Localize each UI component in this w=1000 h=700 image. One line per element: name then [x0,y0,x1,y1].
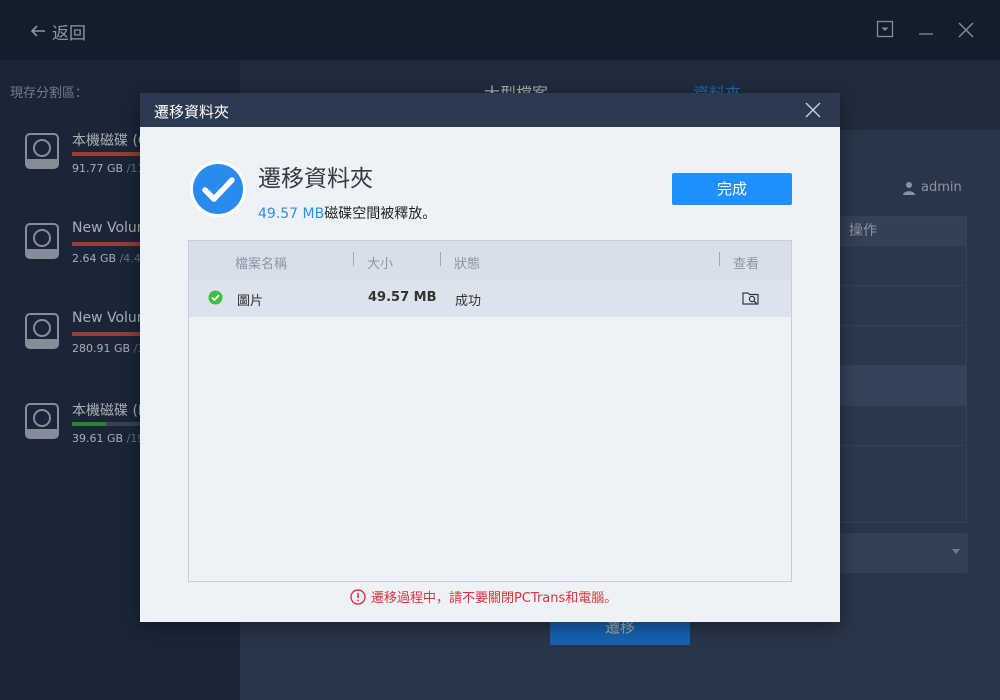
row-size: 49.57 MB [368,290,437,305]
column-divider [719,252,720,266]
success-status-icon [208,290,223,305]
freed-amount: 49.57 MB [258,206,325,222]
column-header-status: 狀態 [454,257,481,272]
result-table: 檔案名稱 大小 狀態 查看 圖片 49.57 MB 成功 [188,240,792,582]
column-divider [353,252,354,266]
freed-space-text: 49.57 MB磁碟空間被釋放。 [258,203,436,223]
freed-text: 磁碟空間被釋放。 [324,206,437,222]
row-name: 圖片 [237,294,264,309]
warning-text: 遷移過程中，請不要關閉PCTrans和電腦。 [371,591,618,606]
success-check-icon [189,160,247,218]
close-icon [805,102,821,118]
dialog-title: 遷移資料夾 [258,166,373,192]
dialog-header: 遷移資料夾 [140,93,840,127]
column-divider [440,252,441,266]
migrate-folder-dialog: 遷移資料夾 遷移資料夾 49.57 MB磁碟空間被釋放。 完成 檔案名稱 大小 … [140,93,840,622]
table-row[interactable]: 圖片 49.57 MB 成功 [189,279,791,317]
done-button[interactable]: 完成 [672,173,792,205]
open-folder-button[interactable] [742,291,760,305]
folder-search-icon [742,292,759,305]
table-header: 檔案名稱 大小 狀態 查看 [189,241,791,279]
row-status: 成功 [455,294,482,309]
dialog-header-title: 遷移資料夾 [154,103,230,121]
column-header-view: 查看 [733,257,760,272]
column-header-size: 大小 [367,257,394,272]
warning-icon [350,588,366,605]
warning-message: 遷移過程中，請不要關閉PCTrans和電腦。 [350,587,617,606]
column-header-name: 檔案名稱 [235,257,288,272]
dialog-close-button[interactable] [804,101,822,119]
